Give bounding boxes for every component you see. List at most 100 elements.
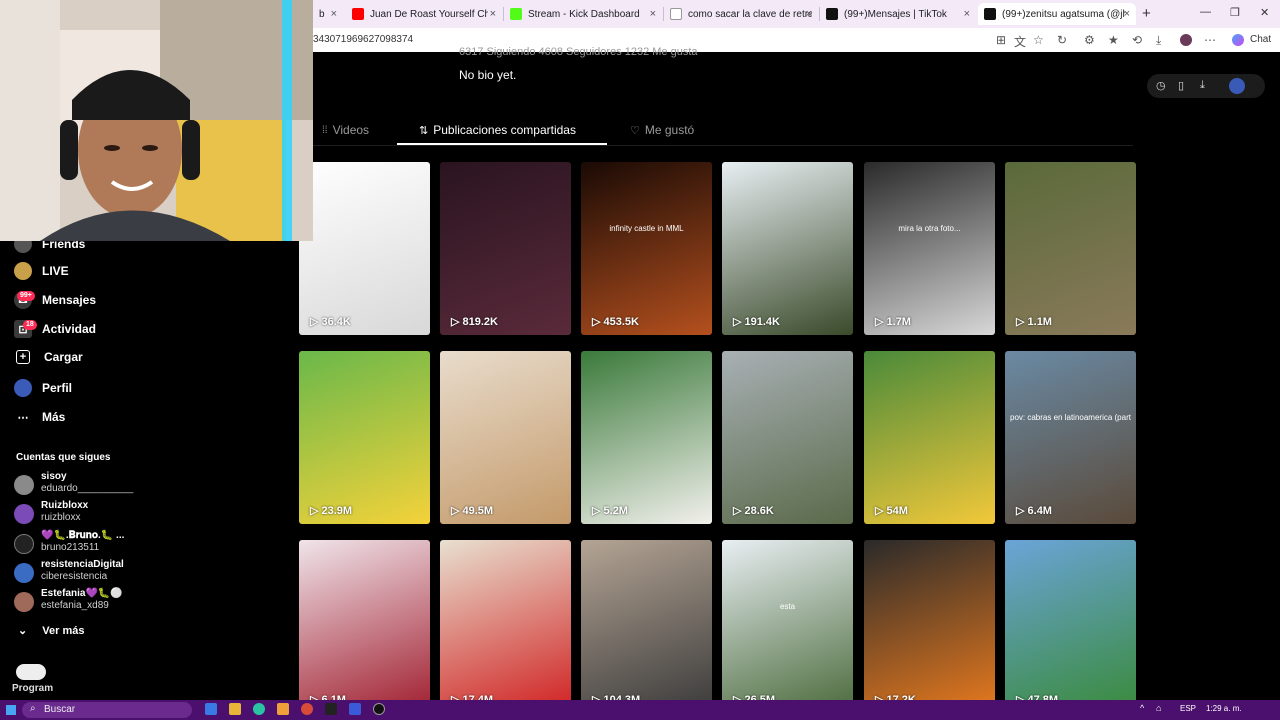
- following-account[interactable]: Estefania💜🐛⚪ estefania_xd89: [14, 588, 144, 616]
- app-icon-red[interactable]: [301, 703, 313, 715]
- close-icon[interactable]: ×: [650, 8, 656, 20]
- tab-videos[interactable]: ⁞⁞ Videos: [322, 123, 369, 137]
- following-account[interactable]: resistenciaDigital ciberesistencia: [14, 559, 144, 587]
- view-count-value: 49.5M: [462, 505, 494, 517]
- tab-2[interactable]: Stream - Kick Dashboard ×: [504, 3, 664, 25]
- taskbar-search[interactable]: ⌕ Buscar: [22, 702, 192, 718]
- view-count: ▷ 1.1M: [1016, 315, 1052, 328]
- chat-button[interactable]: Chat: [1250, 34, 1271, 45]
- history-icon[interactable]: ⟲: [1132, 33, 1142, 47]
- close-icon[interactable]: ×: [490, 8, 496, 20]
- app-icon-blue[interactable]: [349, 703, 361, 715]
- close-icon[interactable]: ×: [806, 8, 812, 20]
- extensions-icon[interactable]: ⚙: [1084, 33, 1095, 47]
- tab-liked[interactable]: ♡ Me gustó: [630, 123, 694, 137]
- tab-title: Stream - Kick Dashboard: [528, 8, 640, 20]
- program-label: Program: [12, 683, 54, 694]
- video-card[interactable]: ▷ 191.4K: [722, 162, 853, 335]
- vlc-icon[interactable]: [277, 703, 289, 715]
- browser-profile-avatar[interactable]: [1180, 34, 1192, 46]
- play-icon: ▷: [310, 316, 322, 328]
- account-name: resistenciaDigital: [41, 559, 124, 570]
- program-widget[interactable]: Program: [12, 664, 62, 696]
- favorites-icon[interactable]: ★: [1108, 33, 1119, 47]
- account-handle: estefania_xd89: [41, 600, 109, 611]
- following-account[interactable]: sisoy eduardo__________: [14, 471, 144, 499]
- globe-icon[interactable]: [1229, 78, 1245, 94]
- file-explorer-icon[interactable]: [229, 703, 241, 715]
- tab-3[interactable]: como sacar la clave de retransmis ×: [664, 3, 820, 25]
- video-card[interactable]: mira la otra foto... ▷ 1.7M: [864, 162, 995, 335]
- program-icon: [16, 664, 46, 680]
- tiktok-favicon-icon: [826, 8, 838, 20]
- video-card[interactable]: ▷ 23.9M: [299, 351, 430, 524]
- clock[interactable]: 1:29 a. m.: [1206, 704, 1242, 713]
- minimize-icon[interactable]: —: [1200, 6, 1211, 18]
- following-account[interactable]: Ruizbloxx ruizbloxx: [14, 500, 144, 528]
- video-card[interactable]: ▷ 28.6K: [722, 351, 853, 524]
- video-card[interactable]: ▷ 17.2K: [864, 540, 995, 713]
- window-close-icon[interactable]: ✕: [1260, 6, 1269, 19]
- video-card[interactable]: ▷ 104.3M: [581, 540, 712, 713]
- tab-title: como sacar la clave de retransmis: [688, 8, 812, 20]
- sidebar-item-upload[interactable]: + Cargar: [14, 350, 83, 364]
- favorite-star-icon[interactable]: ☆: [1033, 33, 1044, 47]
- more-options-icon[interactable]: ⋯: [1204, 33, 1216, 47]
- language-indicator[interactable]: ESP: [1180, 704, 1196, 713]
- tab-1[interactable]: Juan De Roast Yourself Challenge ×: [346, 3, 504, 25]
- video-card[interactable]: esta▷ 26.5M: [722, 540, 853, 713]
- video-card[interactable]: ▷ 49.5M: [440, 351, 571, 524]
- translate-icon[interactable]: 文: [1014, 33, 1026, 50]
- video-card[interactable]: infinity castle in MML ▷ 453.5K: [581, 162, 712, 335]
- following-account[interactable]: 💜🐛.𝐁𝐫𝐮𝐧𝐨.🐛 ... bruno213511: [14, 530, 144, 558]
- tab-5-active[interactable]: (99+)zenitsu agatsuma (@jhosnai ×: [978, 3, 1136, 25]
- close-icon[interactable]: ×: [964, 8, 970, 20]
- windows-start-icon[interactable]: [6, 705, 16, 715]
- copilot-icon[interactable]: [1232, 34, 1244, 46]
- see-more-button[interactable]: ⌄ Ver más: [18, 624, 84, 637]
- tray-chevron-icon[interactable]: ^: [1140, 703, 1144, 713]
- close-icon[interactable]: ×: [331, 8, 337, 20]
- video-card[interactable]: ▷ 6.1M: [299, 540, 430, 713]
- video-card[interactable]: ▷ 5.2M: [581, 351, 712, 524]
- play-icon: ▷: [310, 505, 322, 517]
- new-tab-button[interactable]: +: [1142, 5, 1151, 22]
- video-card[interactable]: ▷ 36.4K: [299, 162, 430, 335]
- account-handle: ciberesistencia: [41, 571, 108, 582]
- sidebar-item-more[interactable]: ⋯ Más: [14, 408, 66, 426]
- network-icon[interactable]: ⌂: [1156, 703, 1161, 713]
- view-count-value: 191.4K: [744, 316, 780, 328]
- phone-icon[interactable]: ▯: [1178, 79, 1184, 92]
- download-icon[interactable]: ⤓: [1200, 79, 1205, 92]
- url-text[interactable]: 343071969627098374: [313, 34, 413, 45]
- copilot-taskbar-icon[interactable]: [205, 703, 217, 715]
- terminal-icon[interactable]: [325, 703, 337, 715]
- restore-icon[interactable]: ❐: [1230, 6, 1240, 19]
- account-name: sisoy: [41, 471, 67, 482]
- video-card[interactable]: pov: cabras en latinoamerica (part ▷ 6.4M: [1005, 351, 1136, 524]
- video-card[interactable]: ▷ 17.4M: [440, 540, 571, 713]
- view-count: ▷ 453.5K: [592, 315, 639, 328]
- video-card[interactable]: ▷ 47.8M: [1005, 540, 1136, 713]
- activity-badge: 18: [23, 320, 37, 330]
- search-label: Buscar: [44, 704, 76, 715]
- obs-icon[interactable]: [373, 703, 385, 715]
- tab-0[interactable]: b ×: [313, 3, 343, 25]
- tab-4[interactable]: (99+)Mensajes | TikTok ×: [820, 3, 976, 25]
- edge-browser-icon[interactable]: [253, 703, 265, 715]
- view-count: ▷ 49.5M: [451, 504, 493, 517]
- sidebar-item-live[interactable]: LIVE: [14, 262, 69, 280]
- video-caption: esta: [779, 602, 796, 612]
- refresh-icon[interactable]: ↻: [1057, 33, 1067, 47]
- clock-icon[interactable]: ◷: [1156, 79, 1166, 92]
- video-card[interactable]: ▷ 1.1M: [1005, 162, 1136, 335]
- sidebar-item-profile[interactable]: Perfil: [14, 379, 72, 397]
- download-icon[interactable]: ⤓: [1156, 33, 1161, 48]
- video-card[interactable]: ▷ 54M: [864, 351, 995, 524]
- close-icon[interactable]: ×: [1124, 8, 1130, 20]
- following-section-title: Cuentas que sigues: [16, 452, 111, 463]
- sidebar-item-label: LIVE: [42, 264, 69, 278]
- app-grid-icon[interactable]: ⊞: [996, 33, 1006, 47]
- video-card[interactable]: ▷ 819.2K: [440, 162, 571, 335]
- tab-reposts[interactable]: ⇅ Publicaciones compartidas: [419, 123, 576, 137]
